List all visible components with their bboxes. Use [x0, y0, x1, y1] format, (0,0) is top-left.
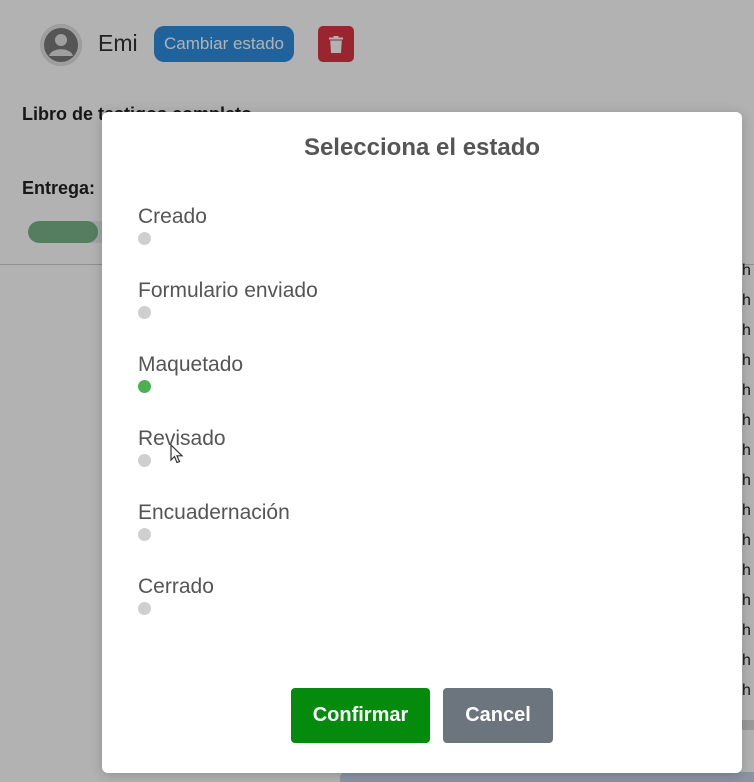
state-dot — [138, 602, 151, 615]
cancel-button[interactable]: Cancel — [443, 688, 553, 743]
state-dot — [138, 232, 151, 245]
state-label: Formulario enviado — [138, 279, 318, 302]
state-option[interactable]: Revisado — [138, 426, 698, 500]
state-label: Revisado — [138, 427, 226, 450]
state-option[interactable]: Creado — [138, 204, 698, 278]
state-select-modal: Selecciona el estado Creado Formulario en… — [102, 112, 742, 773]
mouse-pointer-icon — [170, 444, 184, 464]
confirm-button[interactable]: Confirmar — [291, 688, 430, 743]
state-label: Cerrado — [138, 575, 214, 598]
state-dot — [138, 306, 151, 319]
state-option[interactable]: Encuadernación — [138, 500, 698, 574]
active-state-dot — [138, 380, 151, 393]
modal-title: Selecciona el estado — [303, 134, 541, 161]
state-dot — [138, 454, 151, 467]
state-option[interactable]: Formulario enviado — [138, 278, 698, 352]
state-label: Encuadernación — [138, 501, 290, 524]
state-label: Maquetado — [138, 353, 244, 376]
state-list: Creado Formulario enviado Maquetado Revisad… — [138, 204, 698, 648]
state-option[interactable]: Maquetado — [138, 352, 698, 426]
state-option[interactable]: Cerrado — [138, 574, 698, 648]
state-dot — [138, 528, 151, 541]
state-label: Creado — [138, 205, 207, 228]
